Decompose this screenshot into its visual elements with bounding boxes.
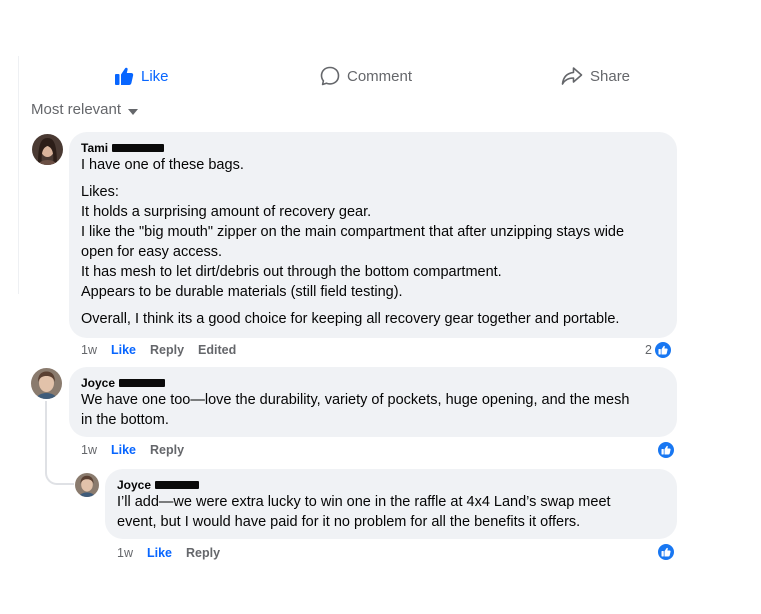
thread-connector bbox=[45, 401, 47, 461]
like-button[interactable]: Like bbox=[114, 60, 169, 92]
comment-line: Likes: bbox=[81, 184, 119, 200]
reaction-summary[interactable] bbox=[657, 441, 675, 459]
sort-label: Most relevant bbox=[31, 101, 122, 118]
comment-line: I have one of these bags. bbox=[81, 157, 244, 173]
redacted-name bbox=[119, 379, 166, 387]
reaction-summary[interactable] bbox=[657, 543, 675, 561]
comment-timestamp[interactable]: 1w bbox=[81, 343, 97, 357]
comment-reply-button[interactable]: Reply bbox=[150, 343, 184, 357]
comment-sort-dropdown[interactable]: Most relevant bbox=[31, 101, 139, 118]
comment-bubble: Tami I have one of these bags. Likes: It… bbox=[69, 132, 677, 338]
comment-line: We have one too—love the durability, var… bbox=[81, 392, 630, 408]
comment-line: I’ll add—we were extra lucky to win one … bbox=[117, 494, 611, 510]
comment-line: Appears to be durable materials (still f… bbox=[81, 284, 403, 300]
comment-paragraph: I have one of these bags. bbox=[81, 155, 665, 175]
comment-line: in the bottom. bbox=[81, 412, 169, 428]
reaction-summary[interactable]: 2 bbox=[645, 341, 672, 359]
thread-connector-curve bbox=[45, 455, 74, 485]
comment-author[interactable]: Joyce bbox=[117, 478, 665, 492]
comment-line: event, but I would have paid for it no p… bbox=[117, 514, 581, 530]
comment-timestamp[interactable]: 1w bbox=[81, 443, 97, 457]
avatar[interactable] bbox=[31, 368, 62, 399]
comment-author[interactable]: Tami bbox=[81, 141, 665, 155]
reply-bubble: Joyce I’ll add—we were extra lucky to wi… bbox=[105, 469, 677, 539]
redacted-name bbox=[112, 144, 165, 152]
comment-meta: 1w Like Reply Edited bbox=[81, 343, 236, 357]
comment-meta: 1w Like Reply bbox=[117, 546, 220, 560]
redacted-name bbox=[155, 481, 200, 489]
avatar[interactable] bbox=[32, 134, 63, 165]
comment-line: open for easy access. bbox=[81, 244, 223, 260]
thumbs-up-icon bbox=[114, 66, 134, 86]
comment-body: I have one of these bags. Likes: It hold… bbox=[81, 155, 665, 329]
comment-like-button[interactable]: Like bbox=[111, 343, 136, 357]
avatar[interactable] bbox=[75, 473, 99, 497]
comment-body: We have one too—love the durability, var… bbox=[81, 390, 665, 430]
comment-like-button[interactable]: Like bbox=[111, 443, 136, 457]
comment-paragraph: Likes: It holds a surprising amount of r… bbox=[81, 182, 665, 302]
comment-author[interactable]: Joyce bbox=[81, 376, 665, 390]
comment-bubble: Joyce We have one too—love the durabilit… bbox=[69, 367, 677, 437]
comment-button[interactable]: Comment bbox=[320, 60, 412, 92]
caret-down-icon bbox=[128, 108, 139, 115]
reaction-count: 2 bbox=[645, 343, 652, 357]
comment-reply-button[interactable]: Reply bbox=[150, 443, 184, 457]
share-arrow-icon bbox=[561, 66, 583, 86]
comment-bubble-icon bbox=[320, 66, 340, 86]
comment-like-button[interactable]: Like bbox=[147, 546, 172, 560]
comment-line: It has mesh to let dirt/debris out throu… bbox=[81, 264, 502, 280]
comment-reply-button[interactable]: Reply bbox=[186, 546, 220, 560]
like-reaction-icon bbox=[653, 341, 672, 359]
comment-line: I like the "big mouth" zipper on the mai… bbox=[81, 224, 625, 240]
share-button[interactable]: Share bbox=[561, 60, 630, 92]
edited-label[interactable]: Edited bbox=[198, 343, 236, 357]
post-action-bar: Like Comment Share bbox=[20, 60, 720, 92]
comment-line: It holds a surprising amount of recovery… bbox=[81, 204, 372, 220]
left-divider bbox=[18, 56, 19, 294]
share-label: Share bbox=[590, 67, 631, 85]
like-reaction-icon bbox=[657, 543, 675, 561]
comment-body: I’ll add—we were extra lucky to win one … bbox=[117, 492, 665, 532]
comment-meta: 1w Like Reply bbox=[81, 443, 184, 457]
comment-label: Comment bbox=[347, 67, 413, 85]
comment-line: Overall, I think its a good choice for k… bbox=[81, 311, 620, 327]
like-reaction-icon bbox=[657, 441, 675, 459]
comment-timestamp[interactable]: 1w bbox=[117, 546, 133, 560]
comment-paragraph: Overall, I think its a good choice for k… bbox=[81, 309, 665, 329]
like-label: Like bbox=[141, 67, 169, 85]
